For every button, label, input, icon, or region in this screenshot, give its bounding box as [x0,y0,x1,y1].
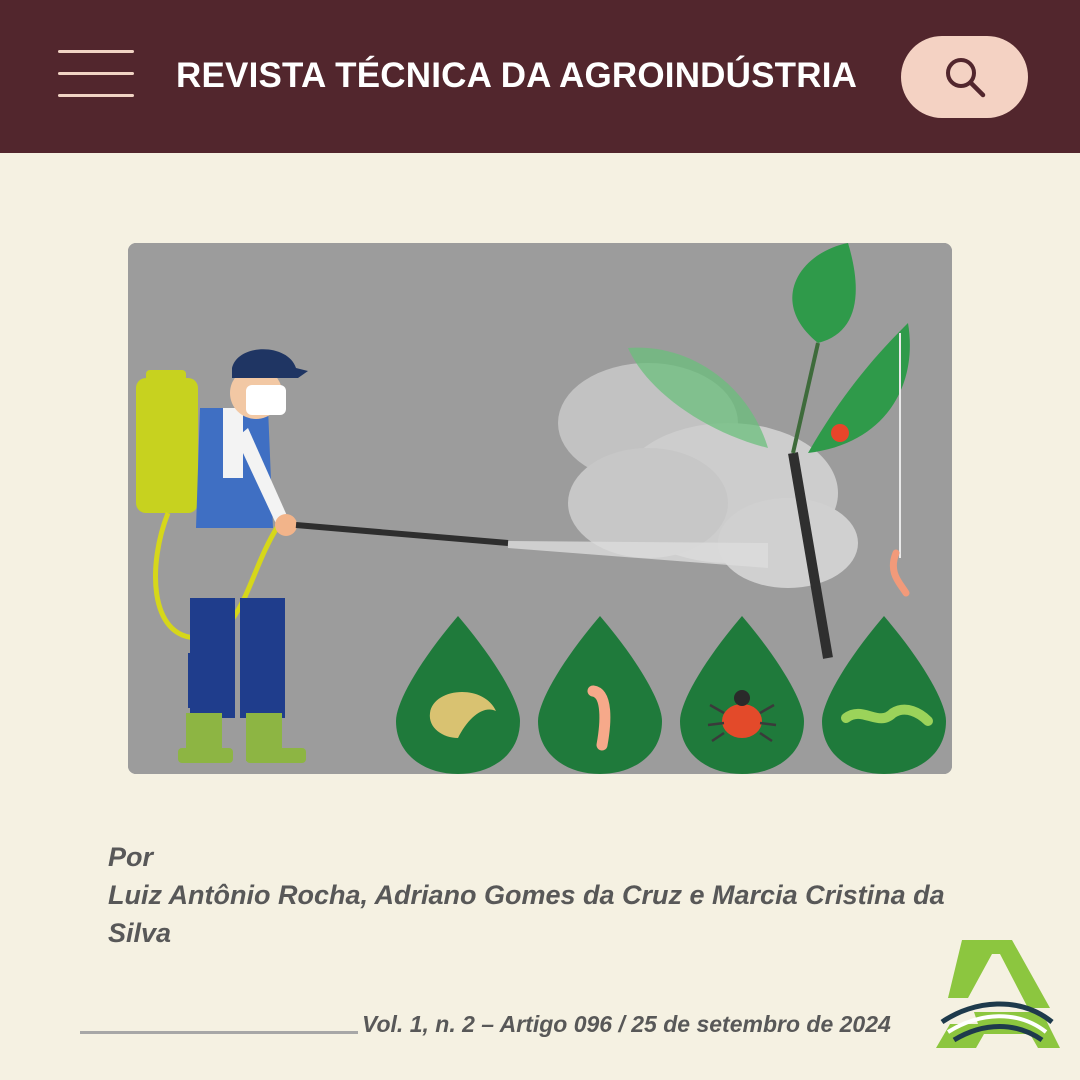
byline-prefix: Por [108,842,154,872]
journal-logo-icon [936,940,1060,1048]
byline: Por Luiz Antônio Rocha, Adriano Gomes da… [108,838,1008,952]
search-icon [946,58,986,98]
top-bar: REVISTA TÉCNICA DA AGROINDÚSTRIA [0,0,1080,153]
menu-button[interactable] [58,48,136,100]
article-illustration [128,243,952,774]
footer-divider [80,1031,358,1034]
issue-info: Vol. 1, n. 2 – Artigo 096 / 25 de setemb… [362,1011,891,1037]
search-button[interactable] [901,36,1028,118]
site-title: REVISTA TÉCNICA DA AGROINDÚSTRIA [176,56,858,95]
authors: Luiz Antônio Rocha, Adriano Gomes da Cru… [108,880,945,948]
